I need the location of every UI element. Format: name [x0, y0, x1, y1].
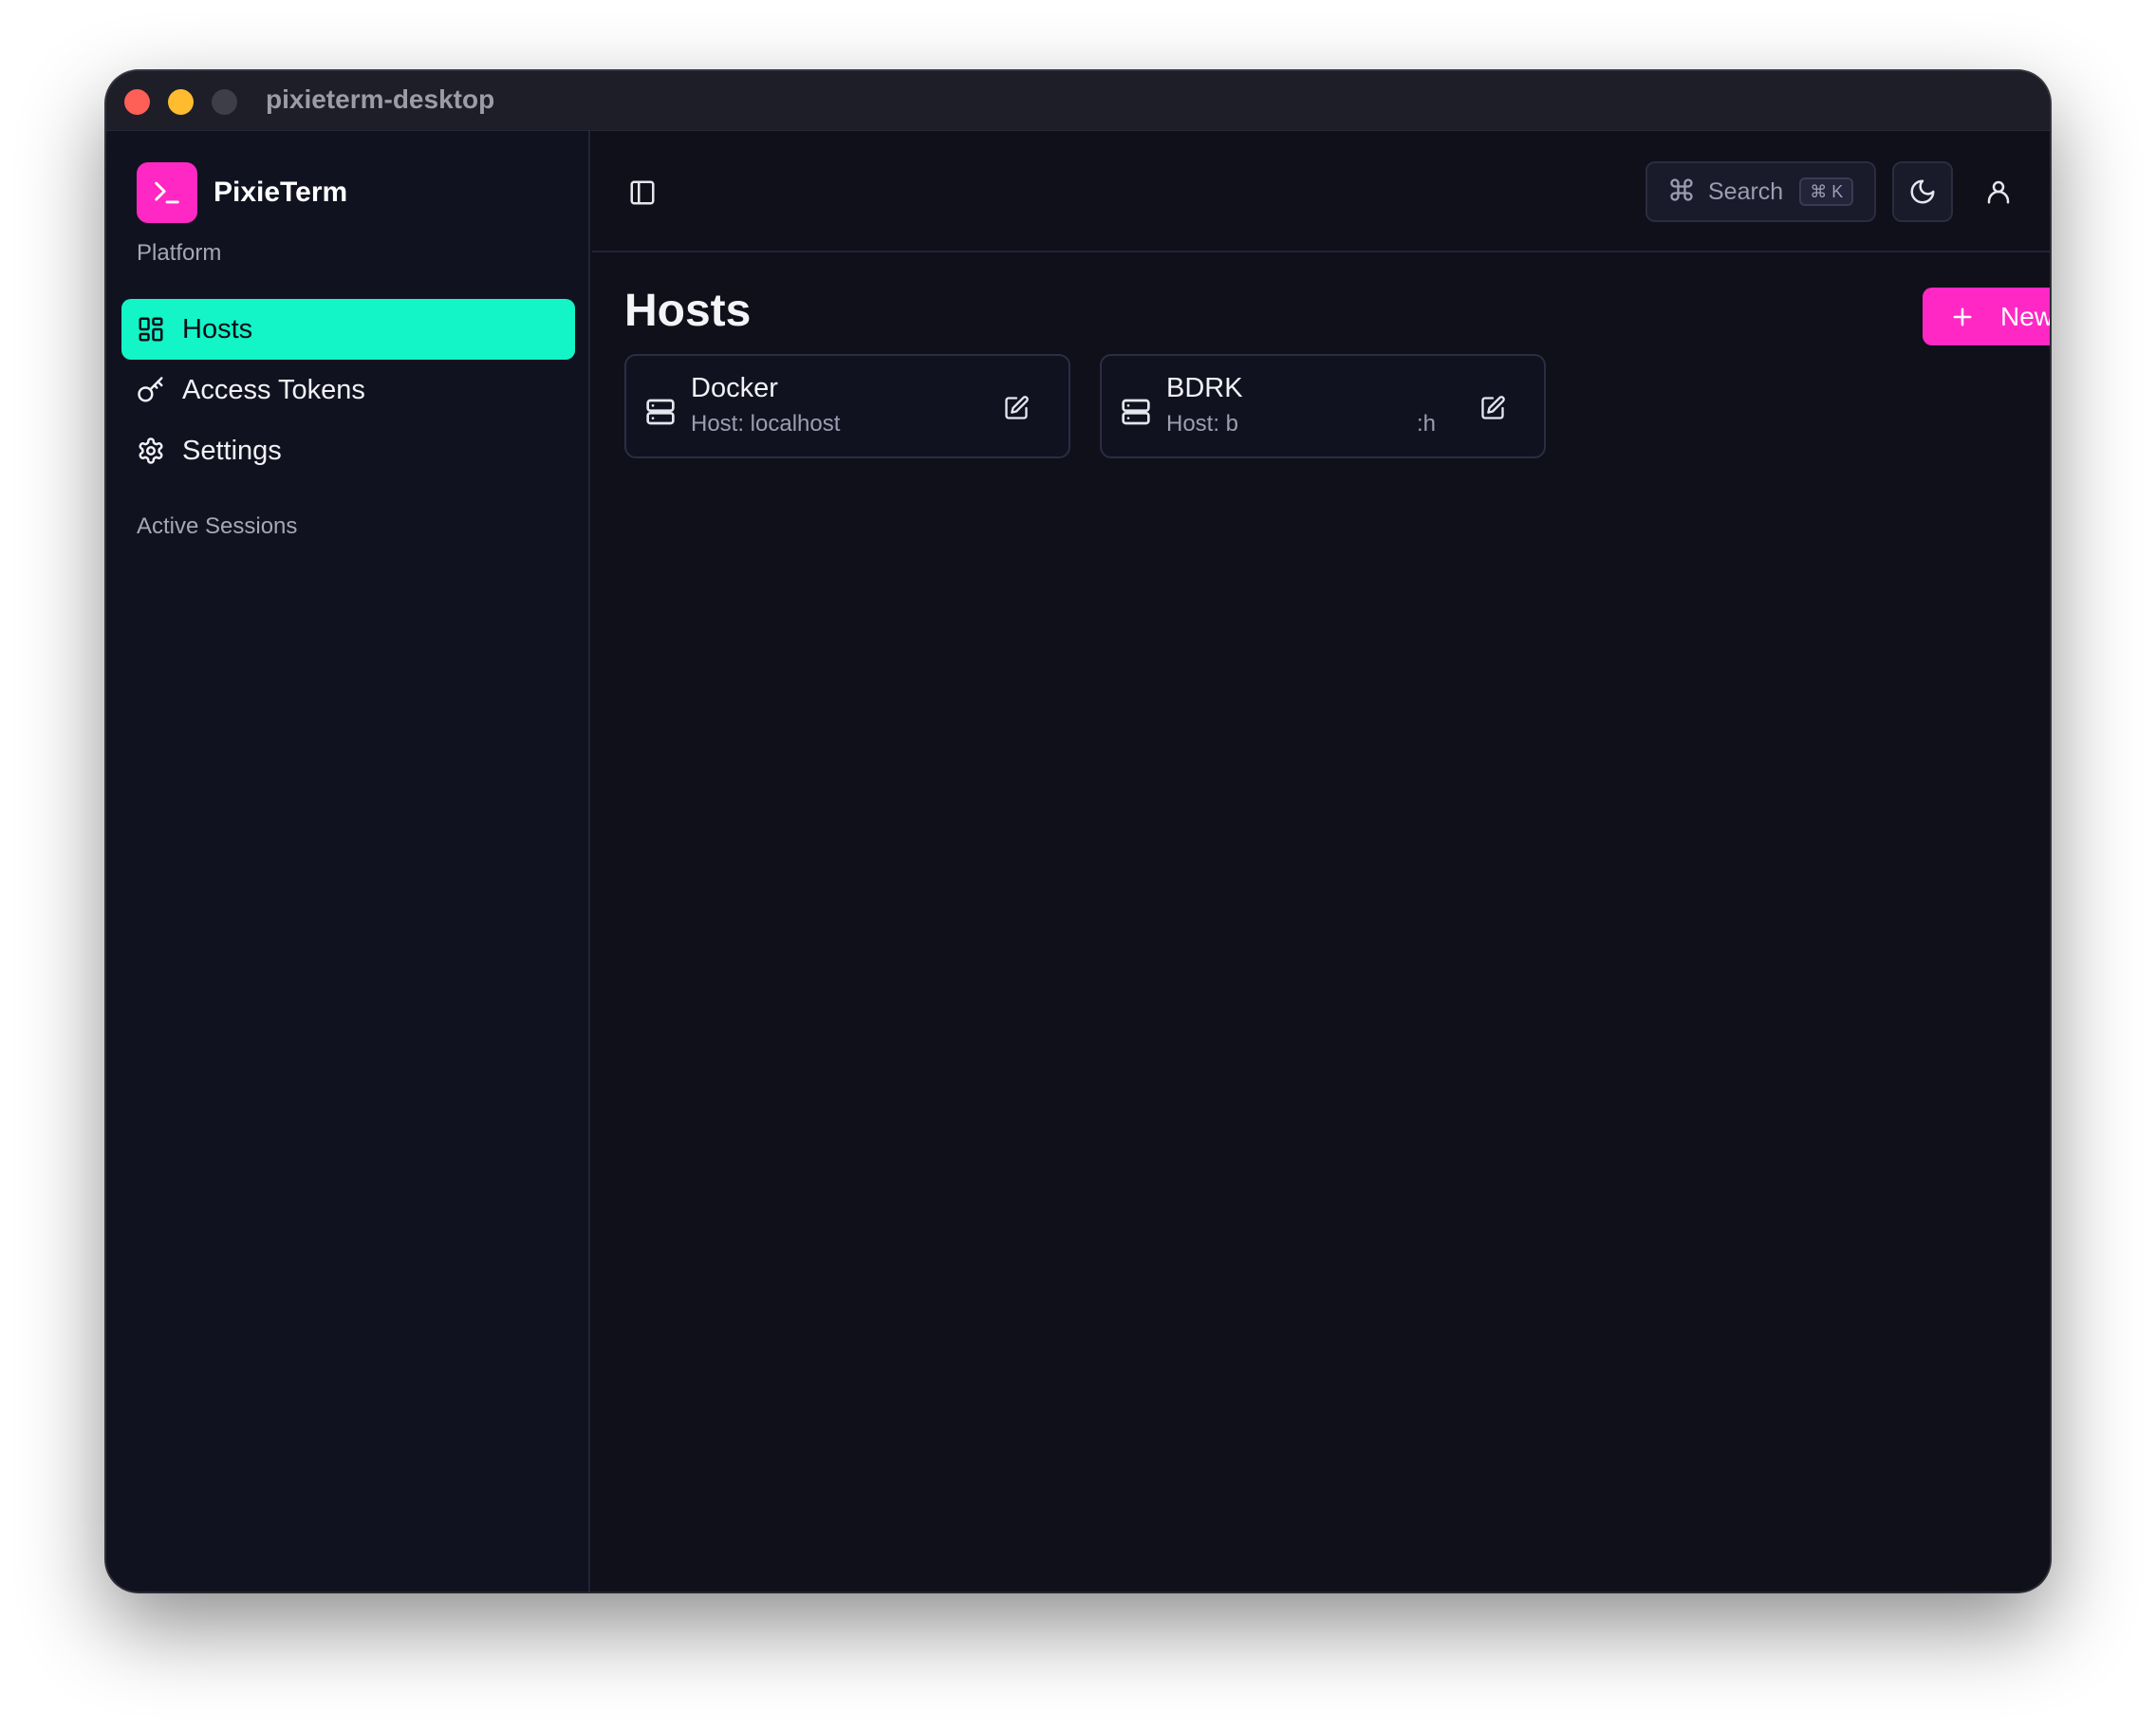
- search-button[interactable]: Search ⌘ K: [1645, 161, 1876, 222]
- server-icon: [1122, 399, 1150, 425]
- key-icon: [137, 376, 165, 404]
- user-menu-button[interactable]: [1968, 161, 2029, 222]
- sidebar-item-label: Access Tokens: [182, 374, 365, 405]
- sidebar-item-settings[interactable]: Settings: [121, 420, 575, 481]
- host-name: Docker: [691, 373, 778, 403]
- host-card-bdrk[interactable]: BDRK Host: b :h: [1100, 354, 1546, 458]
- new-host-button[interactable]: New Host: [1923, 288, 2050, 345]
- edit-icon: [1005, 396, 1029, 419]
- window-title: pixieterm-desktop: [266, 84, 495, 114]
- host-name: BDRK: [1166, 373, 1243, 403]
- section-label-active-sessions: Active Sessions: [137, 513, 298, 539]
- app-window: pixieterm-desktop PixieTerm Platform Hos…: [106, 71, 2050, 1591]
- title-bar: pixieterm-desktop: [106, 71, 2050, 131]
- grid-icon: [137, 315, 165, 344]
- section-label-platform: Platform: [137, 240, 222, 266]
- theme-toggle-button[interactable]: [1892, 161, 1953, 222]
- plus-icon: [1953, 307, 1972, 326]
- search-shortcut-badge: ⌘ K: [1799, 177, 1854, 206]
- minimize-window-button[interactable]: [168, 89, 194, 115]
- close-window-button[interactable]: [124, 89, 150, 115]
- brand-name: PixieTerm: [214, 177, 348, 208]
- edit-icon: [1481, 396, 1505, 419]
- page-title: Hosts: [624, 286, 752, 336]
- panel-left-icon: [630, 180, 655, 205]
- host-card-docker[interactable]: Docker Host: localhost: [624, 354, 1070, 458]
- sidebar-toggle-button[interactable]: [626, 177, 659, 209]
- sidebar: PixieTerm Platform Hosts Access Tokens S…: [106, 131, 590, 1591]
- top-bar: Search ⌘ K: [592, 131, 2050, 252]
- terminal-prompt-icon: [137, 162, 197, 223]
- sidebar-item-hosts[interactable]: Hosts: [121, 299, 575, 360]
- command-icon: [1668, 177, 1695, 208]
- sidebar-item-label: Hosts: [182, 313, 253, 344]
- search-label: Search: [1708, 177, 1784, 205]
- server-icon: [646, 399, 675, 425]
- brand[interactable]: PixieTerm: [137, 162, 347, 223]
- edit-host-button[interactable]: [1477, 392, 1509, 424]
- host-address: Host: b: [1166, 411, 1239, 437]
- main-content: Search ⌘ K Hosts New Host: [592, 131, 2050, 1591]
- sidebar-item-label: Settings: [182, 435, 282, 466]
- sidebar-item-access-tokens[interactable]: Access Tokens: [121, 360, 575, 420]
- edit-host-button[interactable]: [1000, 392, 1032, 424]
- gear-icon: [137, 437, 165, 465]
- host-address: Host: localhost: [691, 411, 841, 437]
- moon-icon: [1910, 179, 1935, 204]
- new-host-label: New Host: [2000, 301, 2050, 331]
- zoom-window-button[interactable]: [212, 89, 237, 115]
- host-address-tail: :h: [1417, 411, 1437, 437]
- user-icon: [1987, 180, 2010, 204]
